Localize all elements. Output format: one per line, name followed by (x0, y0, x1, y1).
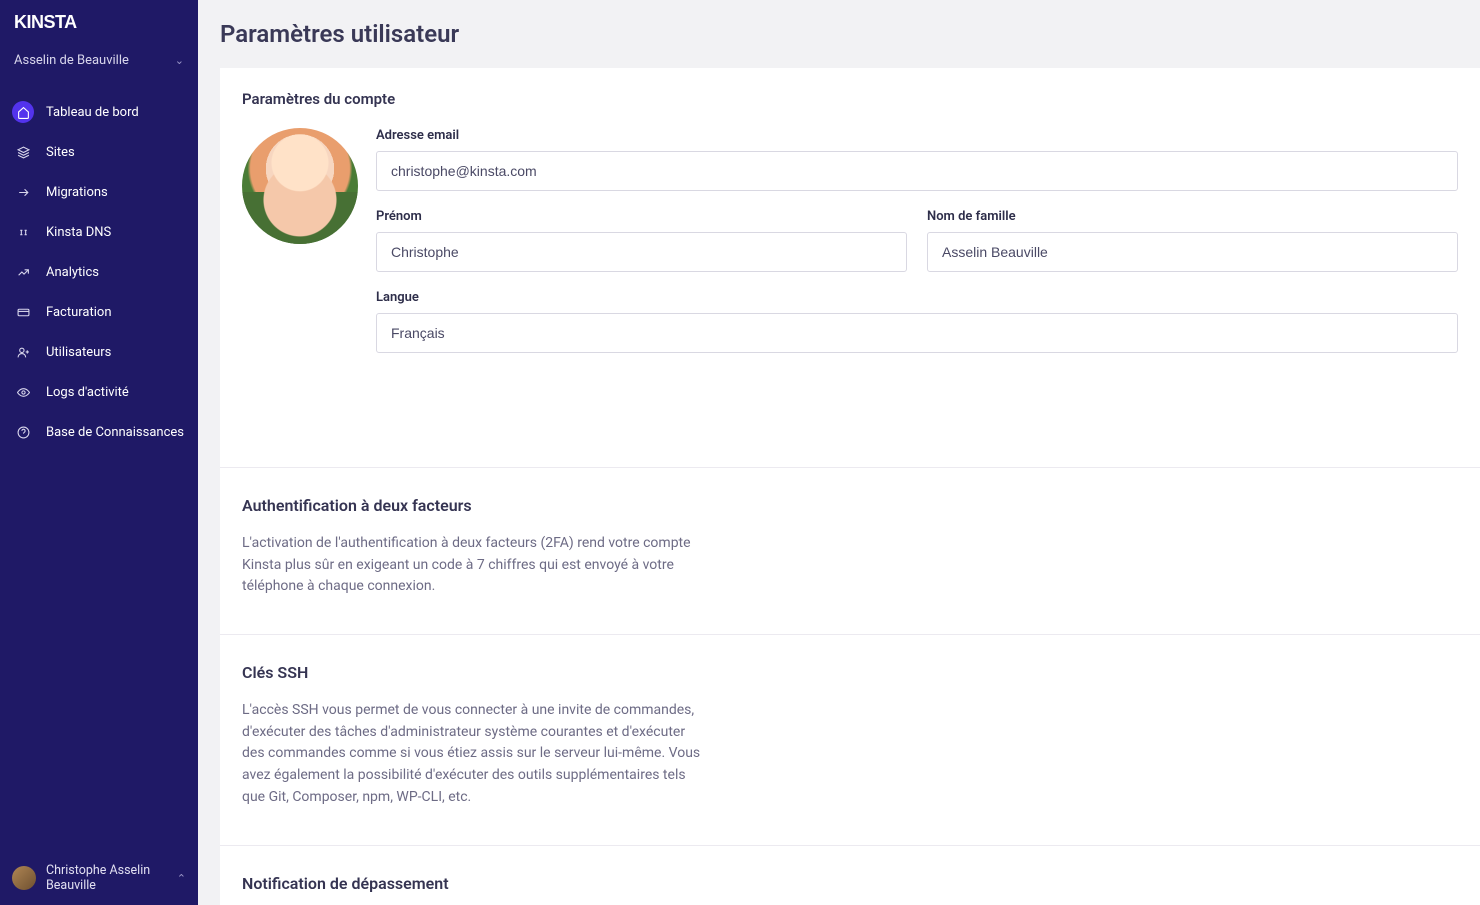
sidebar-user-footer[interactable]: Christophe Asselin Beauville ⌃ (0, 851, 198, 905)
overage-section: Notification de dépassement (220, 846, 1480, 905)
sidebar-item-dns[interactable]: Kinsta DNS (0, 212, 198, 252)
account-selector[interactable]: Asselin de Beauville ⌄ (0, 43, 198, 86)
user-avatar-large[interactable] (242, 128, 358, 244)
sidebar-item-label: Utilisateurs (46, 345, 111, 360)
brand-logo: KINSTA (0, 0, 198, 43)
footer-user-name: Christophe Asselin Beauville (46, 863, 167, 893)
sidebar-item-activity[interactable]: Logs d'activité (0, 372, 198, 412)
sidebar-item-label: Logs d'activité (46, 385, 129, 400)
sidebar-item-knowledge[interactable]: Base de Connaissances (0, 412, 198, 452)
dns-icon (12, 221, 34, 243)
lastname-input[interactable] (927, 232, 1458, 272)
sidebar-item-label: Tableau de bord (46, 105, 139, 120)
ssh-description: L'accès SSH vous permet de vous connecte… (242, 700, 702, 808)
language-select[interactable] (376, 313, 1458, 353)
home-icon (12, 101, 34, 123)
overage-heading: Notification de dépassement (242, 874, 1458, 893)
sidebar-item-dashboard[interactable]: Tableau de bord (0, 92, 198, 132)
sidebar-item-billing[interactable]: Facturation (0, 292, 198, 332)
sidebar-item-sites[interactable]: Sites (0, 132, 198, 172)
sidebar-nav: Tableau de bord Sites Migrations Kinsta … (0, 86, 198, 452)
email-input[interactable] (376, 151, 1458, 191)
sidebar-item-analytics[interactable]: Analytics (0, 252, 198, 292)
sidebar-item-users[interactable]: Utilisateurs (0, 332, 198, 372)
ssh-section: Clés SSH L'accès SSH vous permet de vous… (220, 635, 1480, 845)
language-label: Langue (376, 290, 1458, 305)
help-icon (12, 421, 34, 443)
sidebar-item-label: Base de Connaissances (46, 425, 184, 440)
user-avatar-small (12, 866, 36, 890)
firstname-input[interactable] (376, 232, 907, 272)
migrate-icon (12, 181, 34, 203)
twofa-section: Authentification à deux facteurs L'activ… (220, 468, 1480, 635)
sidebar-item-label: Sites (46, 145, 75, 160)
kinsta-logo-icon: KINSTA (14, 12, 86, 32)
twofa-heading: Authentification à deux facteurs (242, 496, 1458, 515)
sidebar-item-migrations[interactable]: Migrations (0, 172, 198, 212)
account-heading: Paramètres du compte (242, 90, 1458, 108)
sidebar-item-label: Analytics (46, 265, 99, 280)
users-icon (12, 341, 34, 363)
sidebar-item-label: Kinsta DNS (46, 225, 111, 240)
firstname-label: Prénom (376, 209, 907, 224)
analytics-icon (12, 261, 34, 283)
sidebar-item-label: Facturation (46, 305, 112, 320)
account-settings-section: Paramètres du compte Adresse email Préno… (220, 68, 1480, 468)
chevron-down-icon: ⌄ (175, 54, 184, 67)
twofa-description: L'activation de l'authentification à deu… (242, 533, 702, 598)
account-name: Asselin de Beauville (14, 53, 129, 68)
chevron-up-icon: ⌃ (177, 872, 186, 885)
email-label: Adresse email (376, 128, 1458, 143)
billing-icon (12, 301, 34, 323)
lastname-label: Nom de famille (927, 209, 1458, 224)
layers-icon (12, 141, 34, 163)
ssh-heading: Clés SSH (242, 663, 1458, 682)
eye-icon (12, 381, 34, 403)
sidebar: KINSTA Asselin de Beauville ⌄ Tableau de… (0, 0, 198, 905)
page-title: Paramètres utilisateur (198, 0, 1480, 68)
sidebar-item-label: Migrations (46, 185, 108, 200)
main-content: Paramètres utilisateur Paramètres du com… (198, 0, 1480, 905)
svg-text:KINSTA: KINSTA (14, 12, 77, 32)
